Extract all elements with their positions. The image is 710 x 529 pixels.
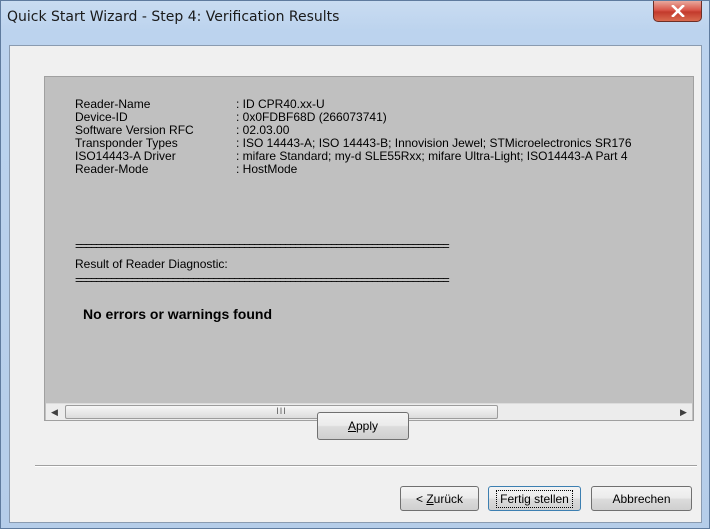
diagnostic-message: No errors or warnings found bbox=[83, 306, 273, 322]
apply-label: pply bbox=[356, 419, 379, 433]
results-text: Reader-Name : ID CPR40.xx-U Device-ID : … bbox=[75, 98, 693, 398]
back-label: urück bbox=[433, 491, 464, 506]
diagnostic-title: Result of Reader Diagnostic: bbox=[75, 257, 228, 271]
separator-line: ========================================… bbox=[75, 273, 450, 287]
finish-label: Fertig stellen bbox=[496, 489, 573, 508]
client-area: Reader-Name : ID CPR40.xx-U Device-ID : … bbox=[9, 45, 702, 523]
results-panel: Reader-Name : ID CPR40.xx-U Device-ID : … bbox=[44, 76, 694, 421]
close-button[interactable] bbox=[653, 1, 702, 22]
scroll-right-arrow-icon[interactable]: ▶ bbox=[675, 404, 692, 420]
scroll-thumb[interactable]: III bbox=[65, 405, 498, 419]
dialog-window: Quick Start Wizard - Step 4: Verificatio… bbox=[0, 0, 710, 529]
field-label: Reader-Mode bbox=[75, 162, 149, 176]
separator-line: ========================================… bbox=[75, 239, 450, 253]
cancel-label: Abbrechen bbox=[612, 491, 671, 506]
field-value: : HostMode bbox=[236, 162, 298, 176]
result-row-iso14443a-driver: ISO14443-A Driver : mifare Standard; my-… bbox=[75, 150, 693, 163]
back-mnemonic: Z bbox=[426, 491, 434, 506]
back-prefix: < bbox=[415, 491, 427, 506]
scroll-left-arrow-icon[interactable]: ◀ bbox=[46, 404, 63, 420]
result-row-reader-mode: Reader-Mode : HostMode bbox=[75, 163, 693, 176]
back-button[interactable]: < Zurück bbox=[400, 486, 479, 511]
title-bar[interactable]: Quick Start Wizard - Step 4: Verificatio… bbox=[1, 1, 709, 45]
apply-mnemonic: A bbox=[347, 419, 356, 433]
window-title: Quick Start Wizard - Step 4: Verificatio… bbox=[7, 9, 340, 25]
finish-button[interactable]: Fertig stellen bbox=[488, 486, 581, 511]
divider bbox=[35, 465, 697, 467]
close-icon bbox=[671, 5, 685, 17]
cancel-button[interactable]: Abbrechen bbox=[591, 486, 692, 511]
apply-button[interactable]: Apply bbox=[317, 412, 409, 440]
